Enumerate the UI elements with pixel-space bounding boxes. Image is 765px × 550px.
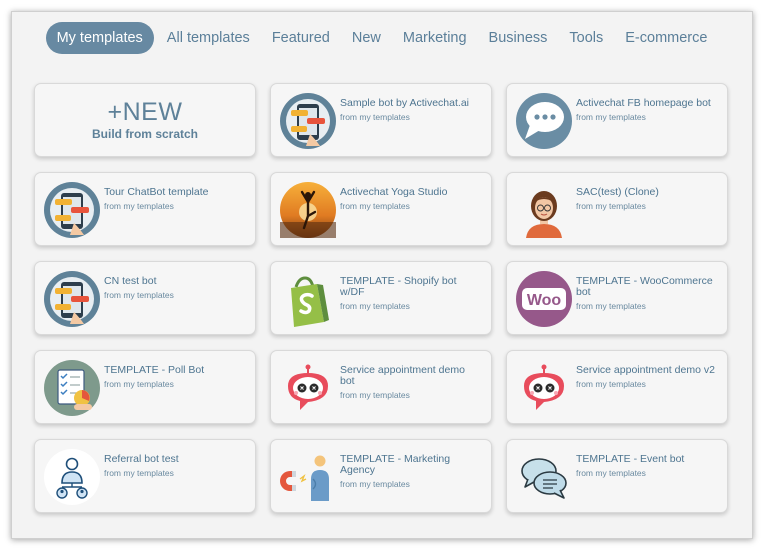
new-template-card[interactable]: +NEW Build from scratch: [34, 83, 256, 157]
build-from-scratch-label: Build from scratch: [91, 127, 199, 141]
template-title: Sample bot by Activechat.ai: [340, 97, 469, 109]
template-title: Tour ChatBot template: [104, 186, 209, 198]
template-title: Service appointment demo v2: [576, 364, 715, 376]
tab-e-commerce[interactable]: E-commerce: [614, 22, 718, 54]
yoga-icon: [280, 182, 336, 238]
template-card-fb-homepage-bot[interactable]: Activechat FB homepage bot from my templ…: [506, 83, 728, 157]
template-source: from my templates: [340, 301, 410, 311]
template-source: from my templates: [340, 479, 410, 489]
magnet-icon: [280, 449, 336, 505]
template-card-service-appointment-demo-bot[interactable]: Service appointment demo bot from my tem…: [270, 350, 492, 424]
template-grid: +NEW Build from scratch Sample bot by Ac…: [34, 83, 728, 513]
chat-bubbles-icon: [516, 449, 572, 505]
tab-all-templates[interactable]: All templates: [156, 22, 261, 54]
tab-tools[interactable]: Tools: [558, 22, 614, 54]
referral-icon: [44, 449, 100, 505]
template-card-referral-bot-test[interactable]: Referral bot test from my templates: [34, 439, 256, 513]
tab-new[interactable]: New: [341, 22, 392, 54]
template-title: TEMPLATE - Marketing Agency: [340, 453, 451, 476]
template-source: from my templates: [576, 468, 646, 478]
chat-bubble-icon: [516, 93, 572, 149]
template-card-poll-bot[interactable]: TEMPLATE - Poll Bot from my templates: [34, 350, 256, 424]
template-source: from my templates: [340, 390, 410, 400]
template-title: TEMPLATE - Poll Bot: [104, 364, 205, 376]
template-card-woocommerce-bot[interactable]: Woo TEMPLATE - WooCommerce bot from my t…: [506, 261, 728, 335]
robot-icon: [516, 360, 572, 416]
shopify-icon: [280, 271, 336, 327]
template-source: from my templates: [576, 379, 646, 389]
poll-icon: [44, 360, 100, 416]
template-card-sac-test-clone[interactable]: SAC(test) (Clone) from my templates: [506, 172, 728, 246]
template-card-cn-test-bot[interactable]: CN test bot from my templates: [34, 261, 256, 335]
template-card-marketing-agency[interactable]: TEMPLATE - Marketing Agency from my temp…: [270, 439, 492, 513]
robot-icon: [280, 360, 336, 416]
template-card-yoga-studio[interactable]: Activechat Yoga Studio from my templates: [270, 172, 492, 246]
template-card-event-bot[interactable]: TEMPLATE - Event bot from my templates: [506, 439, 728, 513]
templates-panel: My templates All templates Featured New …: [11, 11, 753, 539]
template-card-service-appointment-demo-v2[interactable]: Service appointment demo v2 from my temp…: [506, 350, 728, 424]
woman-avatar-icon: [516, 182, 572, 238]
template-source: from my templates: [104, 201, 174, 211]
template-title: Activechat Yoga Studio: [340, 186, 448, 198]
phone-chat-icon: [44, 271, 100, 327]
template-title: TEMPLATE - WooCommerce bot: [576, 275, 713, 298]
template-source: from my templates: [340, 112, 410, 122]
template-source: from my templates: [576, 301, 646, 311]
phone-chat-icon: [280, 93, 336, 149]
template-title: TEMPLATE - Event bot: [576, 453, 685, 465]
tab-marketing[interactable]: Marketing: [392, 22, 478, 54]
template-tabs: My templates All templates Featured New …: [12, 20, 752, 56]
template-title: Service appointment demo bot: [340, 364, 465, 387]
template-source: from my templates: [104, 290, 174, 300]
template-card-tour-chatbot[interactable]: Tour ChatBot template from my templates: [34, 172, 256, 246]
template-source: from my templates: [576, 201, 646, 211]
tab-featured[interactable]: Featured: [261, 22, 341, 54]
template-title: Referral bot test: [104, 453, 179, 465]
template-title: Activechat FB homepage bot: [576, 97, 711, 109]
tab-my-templates[interactable]: My templates: [45, 22, 154, 54]
woocommerce-icon: Woo: [516, 271, 572, 327]
template-title: TEMPLATE - Shopify bot w/DF: [340, 275, 457, 298]
woo-logo-text: Woo: [527, 292, 562, 309]
template-title: SAC(test) (Clone): [576, 186, 659, 198]
template-source: from my templates: [576, 112, 646, 122]
template-card-shopify-bot[interactable]: TEMPLATE - Shopify bot w/DF from my temp…: [270, 261, 492, 335]
template-source: from my templates: [104, 379, 174, 389]
template-title: CN test bot: [104, 275, 157, 287]
template-source: from my templates: [104, 468, 174, 478]
phone-chat-icon: [44, 182, 100, 238]
template-source: from my templates: [340, 201, 410, 211]
tab-business[interactable]: Business: [478, 22, 559, 54]
new-template-label: +NEW: [107, 98, 183, 126]
template-card-sample-bot[interactable]: Sample bot by Activechat.ai from my temp…: [270, 83, 492, 157]
